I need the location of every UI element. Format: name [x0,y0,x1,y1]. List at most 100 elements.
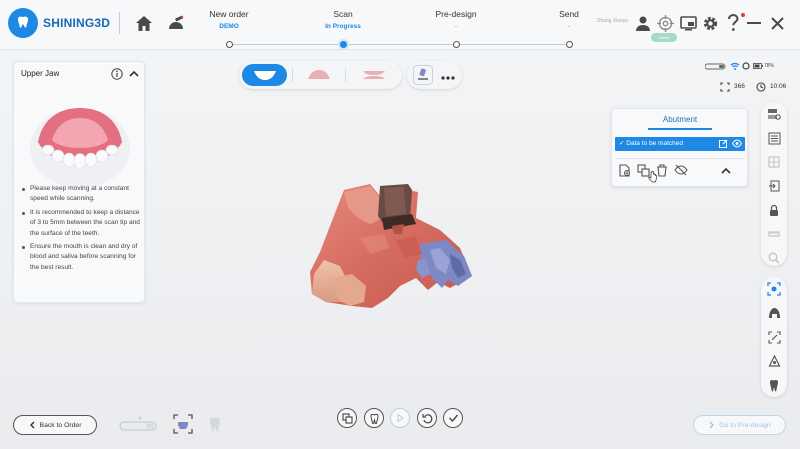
layer-view-icon[interactable] [761,102,787,126]
minimize-icon[interactable] [743,12,765,34]
tooth-icon[interactable] [761,373,787,397]
wifi-icon [730,62,740,70]
scan-time: 10:06 [770,83,787,90]
bite-icon [362,71,385,79]
undo-icon [421,413,432,423]
target-icon[interactable] [654,12,676,34]
play-icon [397,413,404,423]
user-name: Shang Xiaoyu [597,18,629,24]
tab-underline [648,128,712,130]
scan-body-icon [418,68,428,80]
clock-icon [756,82,766,92]
more-icon[interactable] [440,70,456,88]
frame-count: 366 [734,83,745,90]
tooth-logo-icon [8,8,38,38]
top-header: SHINING3D New order DEMO Scan In Progres… [0,0,800,50]
zoom-icon[interactable] [761,246,787,270]
logo-text: SHINING3D [43,16,111,30]
chevron-up-icon[interactable] [128,67,140,85]
upper-jaw-button[interactable] [242,64,287,86]
tooth-filter-icon[interactable] [207,416,223,437]
right-toolbar-view [761,102,787,266]
upper-jaw-panel: Upper Jaw Please keep moving at a consta… [13,61,145,303]
step-dot-scan [339,41,347,48]
step-dot-new-order [225,41,233,48]
abutment-panel: Abutment ✓ Data to be matched [611,108,748,187]
check-icon [448,414,458,423]
chevron-left-icon [29,421,35,429]
fit-view-icon[interactable] [761,126,787,150]
jaw-illustration [28,90,132,190]
step-dot-pre-design [452,41,460,48]
cast-icon[interactable] [761,301,787,325]
merge-icon [341,412,353,424]
device-status: 78% [700,61,792,73]
battery-level: 78% [764,63,775,69]
trash-icon[interactable] [656,164,668,177]
eye-icon[interactable] [732,139,742,148]
tooth-select-button[interactable] [364,408,384,428]
jaw-selector [239,61,402,89]
status-badge: Online [651,33,677,42]
play-button[interactable] [390,408,410,428]
frame-counter-icon [720,82,730,92]
lock-icon[interactable] [761,198,787,222]
edit-icon[interactable] [719,139,728,148]
separator [292,68,293,82]
back-button-label: Back to Order [39,421,82,429]
next-button-label: Go to Pre-design [719,421,771,429]
step-scan[interactable]: Scan In Progress [283,9,403,30]
step-pre-design[interactable]: Pre-design - [396,9,516,30]
undo-button[interactable] [417,408,437,428]
header-divider [119,12,120,34]
user-icon[interactable] [632,12,654,34]
ruler-icon[interactable] [761,222,787,246]
chevron-right-icon [709,421,715,429]
upper-jaw-icon [253,71,276,80]
scanner-tip-icon[interactable] [118,414,160,439]
list-item: Please keep moving at a constant speed w… [20,184,144,205]
list-item: Ensure the mouth is clean and dry of blo… [20,242,144,273]
back-to-order-button[interactable]: Back to Order [13,415,97,435]
lower-jaw-button[interactable] [296,64,341,86]
separator [345,68,346,82]
step-new-order[interactable]: New order DEMO [169,9,289,30]
tab-abutment[interactable]: Abutment [648,115,712,124]
settings-icon[interactable] [699,12,721,34]
scan-frame-icon[interactable] [173,414,193,439]
tooth-mark-icon[interactable] [761,349,787,373]
confirm-button[interactable] [443,408,463,428]
data-row-label: Data to be matched [626,140,683,147]
cursor-hand-icon [648,171,657,183]
app-logo: SHINING3D [8,8,110,38]
import-icon[interactable] [761,174,787,198]
chevron-up-icon[interactable] [720,164,732,182]
tooth-outline-icon [369,413,379,424]
info-icon[interactable] [111,67,123,85]
screen-icon[interactable] [677,12,699,34]
progress-line [229,44,569,45]
trim-icon[interactable] [761,325,787,349]
scanner-icon [705,63,726,70]
panel-title: Upper Jaw [21,69,60,78]
data-row[interactable]: ✓ Data to be matched [615,137,745,151]
right-toolbar-tools [761,277,787,397]
grid-view-icon[interactable] [761,150,787,174]
step-dot-send [565,41,573,48]
scan-mode-icon[interactable] [761,277,787,301]
battery-icon [753,63,763,69]
home-icon[interactable] [133,12,155,34]
add-file-icon[interactable] [619,164,631,177]
close-icon[interactable] [766,12,788,34]
scan-tips-list: Please keep moving at a constant speed w… [20,184,144,276]
merge-button[interactable] [337,408,357,428]
lower-jaw-icon [307,70,330,79]
bite-button[interactable] [351,64,396,86]
hide-icon[interactable] [674,164,688,176]
go-to-pre-design-button[interactable]: Go to Pre-design [693,415,786,435]
list-item: It is recommended to keep a distance of … [20,208,144,239]
tool-pill [407,61,462,89]
scan-3d-model[interactable] [300,178,485,318]
divider [615,158,745,159]
scan-body-button[interactable] [413,65,433,85]
